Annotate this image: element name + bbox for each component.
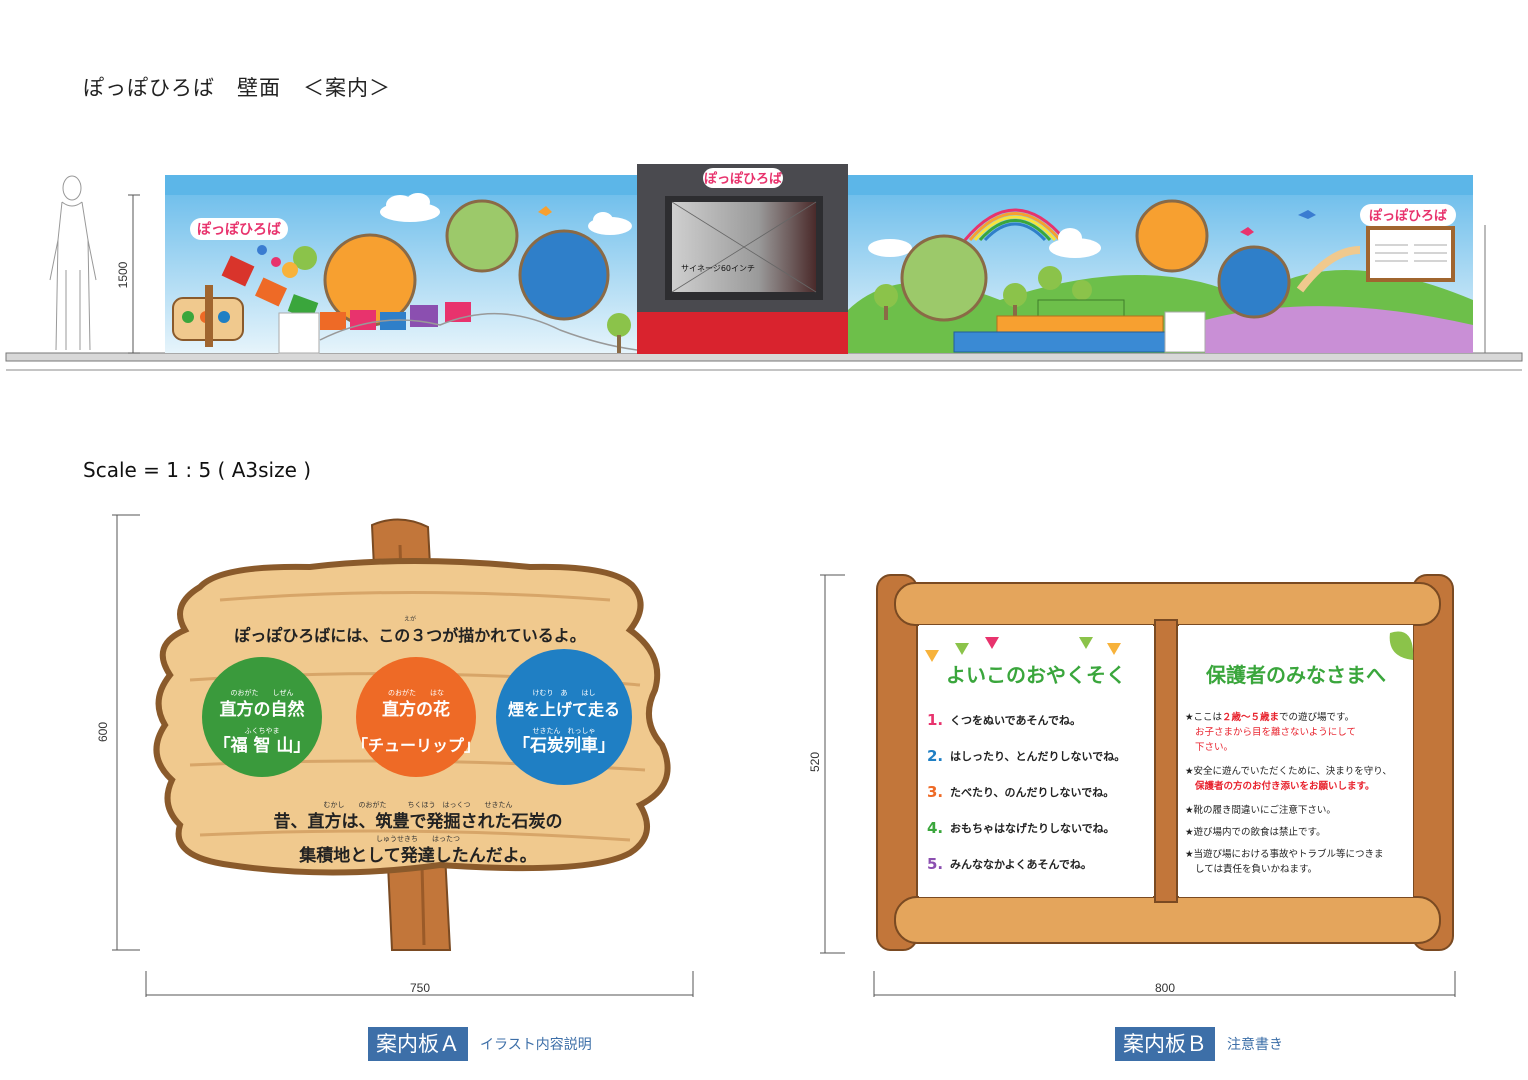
page-title: ぽっぽひろば 壁面 ＜案内＞: [83, 76, 391, 100]
sign-a-circle-train: けむり あ はし 煙を上げて走る せきたん れっしゃ 「石炭列車」: [496, 649, 632, 785]
svg-text:たべたり、のんだりしないでね。: たべたり、のんだりしないでね。: [950, 786, 1114, 799]
sign-b-left-title: よいこのおやくそく: [946, 663, 1126, 687]
svg-text:★ここは２歳〜５歳までの遊び場です。: ★ここは２歳〜５歳までの遊び場です。: [1185, 711, 1354, 723]
wall-logo-right: ぽっぽひろば: [1369, 208, 1447, 224]
sign-b-right-title: 保護者のみなさまへ: [1205, 663, 1386, 687]
sign-b-width-dim: 800: [1154, 981, 1176, 995]
sign-a-bottom-ruby-1: むかし のおがた ちくほう はっくつ せきたん: [324, 800, 513, 809]
sign-b-caption-sub: 注意書き: [1227, 1037, 1283, 1053]
sign-a-bottom-ruby-2: しゅうせきち はったつ: [376, 835, 460, 843]
sign-a-bottom-line-2: 集積地として発達したんだよ。: [298, 845, 537, 866]
svg-text:★安全に遊んでいただくために、決まりを守り、: ★安全に遊んでいただくために、決まりを守り、: [1185, 765, 1392, 777]
sign-a-caption-sub: イラスト内容説明: [480, 1037, 592, 1053]
wall-logo-left: ぽっぽひろば: [197, 221, 281, 238]
svg-text:★靴の履き間違いにご注意下さい。: ★靴の履き間違いにご注意下さい。: [1185, 804, 1336, 816]
svg-text:下さい。: 下さい。: [1195, 742, 1233, 753]
svg-text:5.: 5.: [927, 855, 943, 873]
svg-text:ふくちやま: ふくちやま: [245, 727, 280, 735]
human-figure-icon: [49, 175, 97, 351]
svg-text:「石炭列車」: 「石炭列車」: [513, 735, 615, 756]
sign-a-height-dim: 600: [96, 721, 110, 743]
svg-text:けむり あ はし: けむり あ はし: [533, 689, 596, 697]
svg-text:保護者の方のお付き添いをお願いします。: 保護者の方のお付き添いをお願いします。: [1194, 780, 1375, 792]
sign-b-rule-3: 3. たべたり、のんだりしないでね。: [927, 783, 1114, 801]
scale-label: Scale = 1 : 5 ( A3size ): [83, 458, 312, 482]
svg-text:みんななかよくあそんでね。: みんななかよくあそんでね。: [950, 858, 1092, 871]
svg-text:せきたん れっしゃ: せきたん れっしゃ: [533, 727, 596, 735]
svg-text:くつをぬいであそんでね。: くつをぬいであそんでね。: [950, 714, 1081, 727]
sign-a-caption-title: 案内板Ａ: [368, 1027, 468, 1061]
sign-a-heading: ぽっぽひろばには、この３つが描かれているよ。: [234, 626, 586, 645]
sign-b-rule-4: 4. おもちゃはなげたりしないでね。: [927, 819, 1115, 837]
svg-text:煙を上げて走る: 煙を上げて走る: [508, 700, 620, 719]
sign-b-drawing: よいこのおやくそく 1. くつをぬいであそんでね。 2. はしったり、とんだりし…: [820, 574, 1456, 997]
signage-label: サイネージ60インチ: [681, 264, 755, 273]
elevation-height-dim: 1500: [116, 261, 130, 289]
sign-a-drawing: えが ぽっぽひろばには、この３つが描かれているよ。 のおがた しぜん 直方の自然…: [112, 514, 694, 997]
svg-text:おもちゃはなげたりしないでね。: おもちゃはなげたりしないでね。: [950, 821, 1115, 835]
sign-a-caption: 案内板Ａ イラスト内容説明: [368, 1027, 592, 1061]
svg-text:「チューリップ」: 「チューリップ」: [352, 736, 480, 755]
sign-b-rule-5: 5. みんななかよくあそんでね。: [927, 855, 1092, 873]
sign-a-width-dim: 750: [409, 981, 431, 995]
svg-text:直方の自然: 直方の自然: [220, 699, 305, 720]
wall-elevation: ぽっぽひろば サイネージ60インチ ぽっぽひろば ぽっぽひろば: [5, 164, 1523, 371]
svg-text:のおがた しぜん: のおがた しぜん: [231, 688, 294, 697]
svg-text:お子さまから目を離さないようにして: お子さまから目を離さないようにして: [1195, 726, 1356, 738]
svg-text:しては責任を負いかねます。: しては責任を負いかねます。: [1195, 863, 1317, 875]
svg-text:★当遊び場における事故やトラブル等につきま: ★当遊び場における事故やトラブル等につきま: [1185, 848, 1384, 860]
sign-b-caption: 案内板Ｂ 注意書き: [1115, 1027, 1283, 1061]
sign-a-heading-ruby: えが: [404, 615, 416, 623]
sign-b-rule-2: 2. はしったり、とんだりしないでね。: [927, 747, 1125, 765]
svg-text:4.: 4.: [927, 819, 943, 837]
sign-a-bottom-line-1: 昔、直方は、筑豊で発掘された石炭の: [274, 811, 563, 832]
sign-a-circle-nature: のおがた しぜん 直方の自然 ふくちやま 「福 智 山」: [202, 657, 322, 777]
svg-text:1.: 1.: [927, 711, 943, 729]
wall-logo-center: ぽっぽひろば: [704, 171, 782, 187]
svg-text:2.: 2.: [927, 747, 943, 765]
svg-text:のおがた はな: のおがた はな: [388, 688, 444, 697]
svg-text:はしったり、とんだりしないでね。: はしったり、とんだりしないでね。: [950, 750, 1125, 763]
svg-text:3.: 3.: [927, 783, 943, 801]
svg-text:★遊び場内での飲食は禁止です。: ★遊び場内での飲食は禁止です。: [1185, 826, 1326, 838]
sign-b-height-dim: 520: [808, 751, 822, 773]
svg-text:「福 智 山」: 「福 智 山」: [214, 735, 311, 756]
sign-b-caption-title: 案内板Ｂ: [1115, 1027, 1215, 1061]
sign-b-rule-1: 1. くつをぬいであそんでね。: [927, 711, 1081, 729]
svg-text:直方の花: 直方の花: [382, 699, 450, 720]
